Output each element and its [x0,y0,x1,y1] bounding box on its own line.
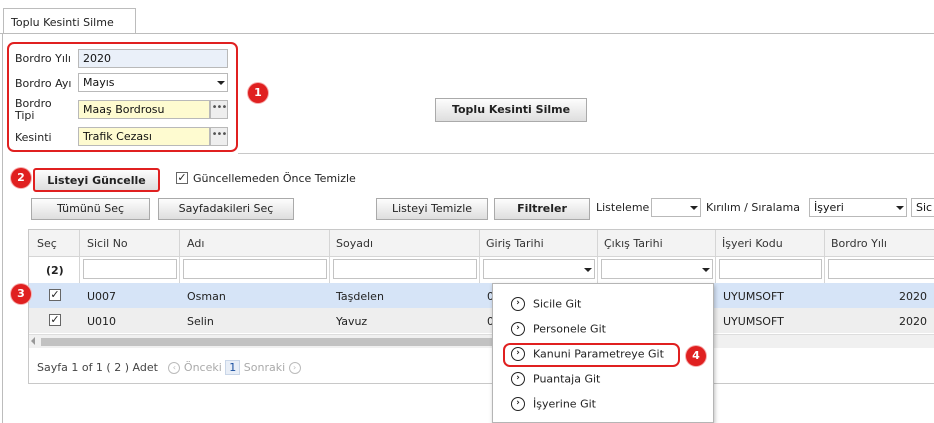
filter-giris-tarihi[interactable] [483,259,595,279]
filter-bordro-yili[interactable] [828,259,934,279]
next-page-button[interactable]: Sonraki [244,361,285,374]
cell-sicil-no: U007 [87,290,117,303]
cell-bordro-yili: 2020 [899,290,927,303]
breakdown-select[interactable]: İşyeri [809,198,907,217]
col-header-isyeri-kodu[interactable]: İşyeri Kodu [722,237,783,250]
filter-soyadi[interactable] [333,259,477,279]
filters-button[interactable]: Filtreler [494,198,590,220]
clear-before-label: Güncellemeden Önce Temizle [193,172,356,185]
table-row[interactable]: ✓ U007 Osman Taşdelen 0 UYUMSOFT 2020 [29,283,934,308]
listing-label: Listeleme [596,201,650,214]
listing-chevron-down-icon[interactable] [690,206,698,210]
chevron-circle-right-icon: › [511,372,525,386]
menu-item-label: İşyerine Git [533,397,596,411]
deduction-lookup-button[interactable]: ••• [210,127,228,146]
grid-header: Seç Sicil No Adı Soyadı Giriş Tarihi Çık… [29,230,934,257]
filter-isyeri-kodu[interactable] [719,259,822,279]
menu-item-label: Sicile Git [533,297,582,311]
year-field[interactable]: 2020 [78,49,228,68]
cell-adi: Osman [187,290,226,303]
cell-sicil-no: U010 [87,315,117,328]
col-header-sec[interactable]: Seç [37,237,57,250]
menu-item-puantaja-git[interactable]: › Puantaja Git [511,372,600,392]
cell-adi: Selin [187,315,214,328]
chevron-circle-right-icon: › [511,322,525,336]
tab-strip-line [0,33,934,34]
chevron-down-icon[interactable] [217,81,225,85]
page-left-border [2,33,3,423]
cell-bordro-yili: 2020 [899,315,927,328]
select-page-button[interactable]: Sayfadakileri Seç [158,198,294,220]
col-header-cikis-tarihi[interactable]: Çıkış Tarihi [604,237,663,250]
cell-soyadi: Yavuz [336,315,368,328]
filter-sicil-no[interactable] [83,259,177,279]
section-divider [238,153,934,154]
menu-item-isyerine-git[interactable]: › İşyerine Git [511,397,596,417]
badge-3: 3 [11,284,31,304]
select-all-button[interactable]: Tümünü Seç [31,198,150,220]
pager-summary: Sayfa 1 of 1 ( 2 ) Adet [37,361,158,374]
extra-select[interactable]: Sic [911,198,934,217]
breakdown-chevron-down-icon[interactable] [896,206,904,210]
bulk-delete-button[interactable]: Toplu Kesinti Silme [435,98,587,122]
type-label: Bordro Tipi [15,97,52,122]
col-header-bordro-yili[interactable]: Bordro Yılı [831,237,887,250]
year-label: Bordro Yılı [15,52,71,65]
month-label: Bordro Ayı [15,77,72,90]
badge-1: 1 [248,83,268,103]
menu-item-label: Puantaja Git [533,372,601,386]
horizontal-scrollbar[interactable] [29,334,934,348]
cell-isyeri-kodu: UYUMSOFT [723,315,784,328]
cikis-filter-chevron-down-icon[interactable] [702,268,710,272]
clear-list-button[interactable]: Listeyi Temizle [376,198,488,220]
table-row[interactable]: ✓ U010 Selin Yavuz 0 UYUMSOFT 2020 [29,308,934,333]
type-field[interactable]: Maaş Bordrosu [78,100,210,119]
menu-item-label: Personele Git [533,322,606,336]
badge-2: 2 [11,168,31,188]
col-header-soyadi[interactable]: Soyadı [336,237,373,250]
cell-isyeri-kodu: UYUMSOFT [723,290,784,303]
month-select[interactable]: Mayıs [78,73,228,92]
clear-before-checkbox[interactable]: ✓ [176,172,188,184]
menu-item-sicile-git[interactable]: › Sicile Git [511,297,581,317]
menu-item-personele-git[interactable]: › Personele Git [511,322,606,342]
current-page[interactable]: 1 [225,360,241,375]
chevron-circle-right-icon: › [511,397,525,411]
scrollbar-thumb[interactable] [41,338,496,346]
giris-filter-chevron-down-icon[interactable] [584,268,592,272]
filter-adi[interactable] [183,259,327,279]
badge-4: 4 [686,346,706,366]
col-header-giris-tarihi[interactable]: Giriş Tarihi [486,237,544,250]
month-value: Mayıs [83,76,115,89]
refresh-list-button[interactable]: Listeyi Güncelle [33,168,160,192]
filter-cikis-tarihi[interactable] [601,259,713,279]
col-header-sicil-no[interactable]: Sicil No [87,237,128,250]
type-lookup-button[interactable]: ••• [210,100,228,119]
prev-page-button[interactable]: Önceki [184,361,222,374]
chevron-circle-right-icon: › [511,297,525,311]
row-checkbox[interactable]: ✓ [49,289,61,301]
row-checkbox[interactable]: ✓ [49,314,61,326]
scroll-left-icon[interactable] [31,337,35,345]
prev-page-icon[interactable]: ‹ [168,362,181,374]
deduction-field[interactable]: Trafik Cezası [78,127,210,146]
pager: Sayfa 1 of 1 ( 2 ) Adet ‹ Önceki 1 Sonra… [37,360,301,375]
data-grid: Seç Sicil No Adı Soyadı Giriş Tarihi Çık… [28,229,934,384]
tab-toplu-kesinti-silme[interactable]: Toplu Kesinti Silme [3,8,136,34]
col-header-adi[interactable]: Adı [187,237,204,250]
next-page-icon[interactable]: › [288,362,301,374]
menu-item-highlight-box [503,343,680,367]
deduction-label: Kesinti [15,131,52,144]
selected-count: (2) [46,264,64,277]
cell-soyadi: Taşdelen [336,290,384,303]
breakdown-label: Kırılım / Sıralama [706,201,800,214]
